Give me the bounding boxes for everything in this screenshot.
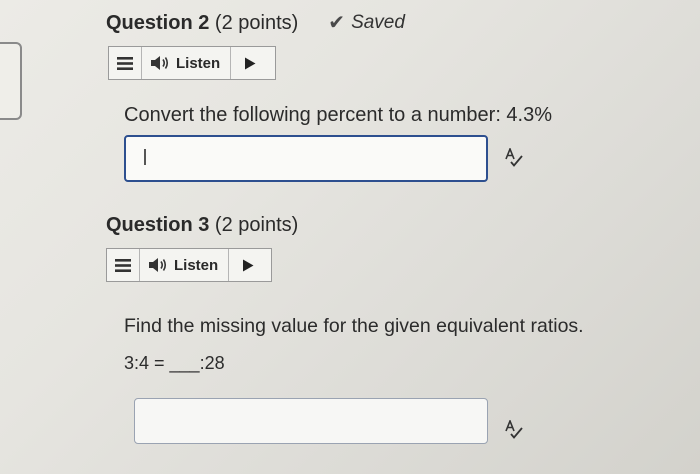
spellcheck-icon[interactable] (503, 148, 525, 168)
question-2-header: Question 2 (2 points) ✔ Saved (106, 10, 405, 35)
question-3-play-button[interactable] (229, 249, 267, 281)
speaker-icon (149, 258, 167, 272)
question-2-listen-button[interactable]: Listen (142, 47, 232, 79)
menu-icon[interactable] (107, 249, 140, 281)
question-2-title: Question 2 (2 points) (106, 12, 298, 35)
left-panel-edge (0, 42, 22, 120)
question-3-title: Question 3 (2 points) (106, 214, 298, 237)
play-icon (243, 259, 254, 271)
question-3-equation: 3:4 = ___:28 (124, 353, 225, 373)
question-3-header: Question 3 (2 points) (106, 214, 298, 237)
question-3-listen-button[interactable]: Listen (140, 249, 230, 281)
question-2-number: Question 2 (106, 12, 210, 34)
speaker-icon (151, 56, 169, 70)
text-cursor (144, 149, 146, 165)
checkmark-icon: ✔ (328, 12, 346, 34)
question-3-listen-toolbar: Listen (106, 248, 272, 282)
question-3-listen-label: Listen (174, 256, 219, 274)
question-2-prompt: Convert the following percent to a numbe… (124, 104, 553, 126)
question-3-answer-input[interactable] (134, 398, 488, 444)
question-2-play-button[interactable] (231, 47, 269, 79)
question-3-number: Question 3 (106, 214, 210, 236)
saved-label: Saved (351, 11, 405, 33)
spellcheck-icon[interactable] (503, 420, 525, 440)
play-icon (245, 57, 256, 69)
question-2-points: (2 points) (214, 12, 299, 34)
menu-icon[interactable] (109, 47, 142, 79)
question-3-prompt: Find the missing value for the given equ… (124, 315, 584, 337)
question-2-answer-input[interactable] (124, 135, 488, 182)
question-2-listen-toolbar: Listen (108, 46, 276, 80)
saved-status: ✔ Saved (328, 10, 405, 35)
question-2-listen-label: Listen (176, 54, 221, 72)
question-3-points: (2 points) (214, 214, 299, 236)
